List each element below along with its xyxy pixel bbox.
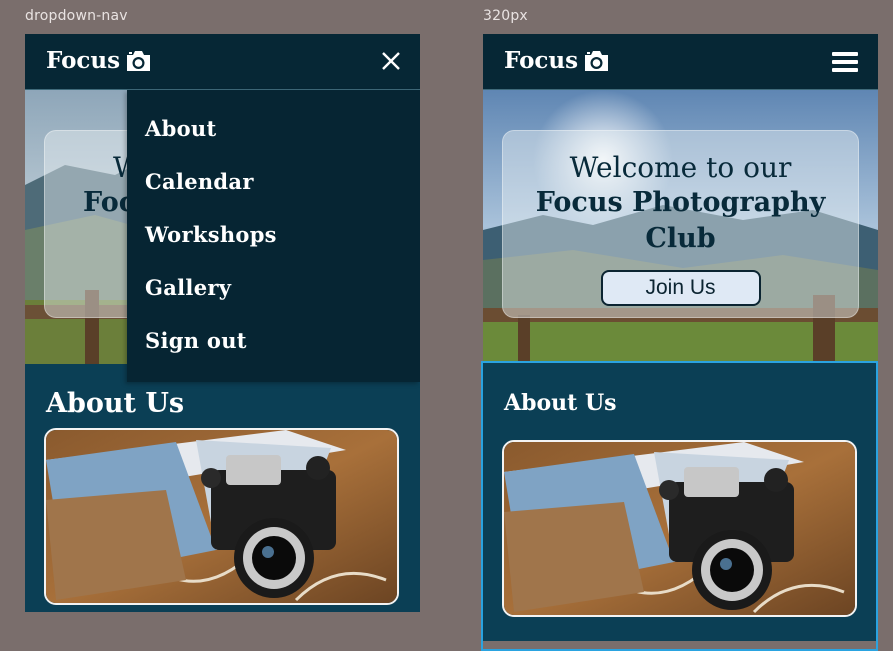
camera-photo — [502, 440, 857, 617]
club-name-line1: Focus Photography — [535, 187, 826, 218]
navbar: Focus — [483, 34, 878, 90]
camera-photo — [44, 428, 399, 605]
frame-320px: Welcome to our Focus Photography Club Jo… — [483, 34, 878, 641]
camera-icon — [583, 50, 610, 72]
hero-section: Welcome to our Focus Photography Club Jo… — [483, 90, 878, 362]
brand-name: Focus — [504, 47, 579, 74]
welcome-text: Welcome to our — [569, 151, 792, 184]
about-title: About Us — [504, 390, 617, 416]
brand-name: Focus — [46, 47, 121, 74]
club-name-line2: Club — [645, 223, 716, 254]
navbar: Focus — [25, 34, 420, 90]
camera-icon — [125, 50, 152, 72]
welcome-card: Welcome to our Focus Photography Club Jo… — [502, 130, 859, 318]
about-section: About Us — [483, 362, 878, 641]
dropdown-menu: About Calendar Workshops Gallery Sign ou… — [127, 90, 420, 382]
join-us-button[interactable]: Join Us — [600, 270, 761, 306]
about-section: About Us — [25, 364, 420, 612]
menu-item-about[interactable]: About — [145, 116, 216, 141]
menu-item-workshops[interactable]: Workshops — [145, 222, 277, 247]
menu-item-gallery[interactable]: Gallery — [145, 275, 231, 300]
frame-label-dropdown-nav: dropdown-nav — [25, 8, 128, 24]
brand-logo[interactable]: Focus — [46, 47, 152, 74]
frame-label-320px: 320px — [483, 8, 528, 24]
frame-dropdown-nav: W Foc About Us — [25, 34, 420, 612]
close-icon[interactable] — [380, 50, 402, 72]
menu-item-calendar[interactable]: Calendar — [145, 169, 254, 194]
brand-logo[interactable]: Focus — [504, 47, 610, 74]
menu-item-sign-out[interactable]: Sign out — [145, 328, 247, 353]
about-title: About Us — [46, 388, 185, 419]
hamburger-menu-icon[interactable] — [832, 51, 858, 73]
